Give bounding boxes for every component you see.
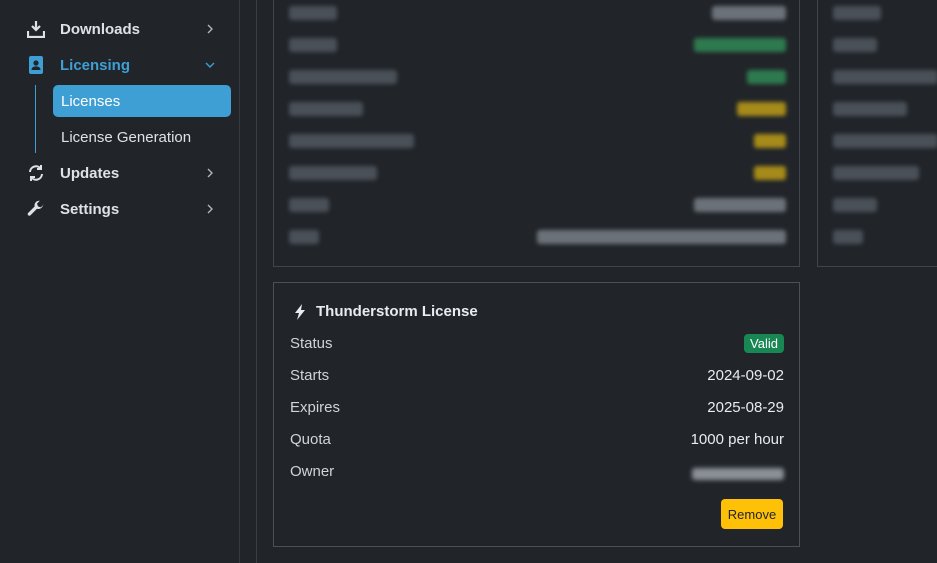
content-divider: [256, 0, 257, 563]
chevron-down-icon: [205, 60, 215, 70]
main-content: Thunderstorm License Status Valid Starts…: [240, 0, 937, 563]
redacted-label: [833, 6, 881, 20]
chevron-right-icon: [205, 24, 215, 34]
sidebar-item-licensing[interactable]: Licensing: [0, 47, 239, 83]
sidebar-item-label: Licensing: [60, 56, 131, 74]
redacted-label: [833, 70, 937, 84]
redacted-value: [694, 198, 786, 212]
sidebar-item-label: Updates: [60, 164, 120, 182]
redacted-label: [833, 198, 877, 212]
expires-label: Expires: [290, 399, 341, 416]
starts-label: Starts: [290, 367, 330, 384]
sync-icon: [27, 164, 45, 182]
card-title: Thunderstorm License: [294, 303, 478, 320]
expires-value: 2025-08-29: [707, 399, 784, 416]
redacted-label: [289, 6, 337, 20]
redacted-label: [289, 70, 397, 84]
sidebar-item-updates[interactable]: Updates: [0, 155, 239, 191]
quota-label: Quota: [290, 431, 331, 448]
status-row: Status Valid: [290, 333, 784, 357]
redacted-value: [712, 6, 786, 20]
redacted-status-badge: [694, 38, 786, 52]
owner-value-redacted: [692, 468, 784, 480]
redacted-badge: [737, 102, 786, 116]
owner-row: Owner: [290, 461, 784, 485]
card-title-text: Thunderstorm License: [316, 303, 478, 320]
redacted-label: [289, 198, 329, 212]
sidebar-item-settings[interactable]: Settings: [0, 191, 239, 227]
redacted-label: [833, 38, 877, 52]
redacted-label: [289, 38, 337, 52]
status-label: Status: [290, 335, 333, 352]
redacted-badge: [747, 70, 786, 84]
sidebar-subitem-label: License Generation: [61, 128, 192, 146]
wrench-icon: [27, 200, 45, 218]
redacted-label: [833, 166, 919, 180]
license-card-redacted-right: [817, 0, 937, 267]
submenu-indicator-line: [35, 85, 36, 153]
expires-row: Expires 2025-08-29: [290, 397, 784, 421]
chevron-right-icon: [205, 168, 215, 178]
redacted-label: [833, 134, 937, 148]
dashboard-icon: [28, 0, 44, 4]
redacted-label: [289, 102, 363, 116]
quota-row: Quota 1000 per hour: [290, 429, 784, 453]
sidebar-subitem-label: Licenses: [61, 92, 121, 110]
redacted-label: [289, 134, 414, 148]
owner-label: Owner: [290, 463, 335, 480]
id-badge-icon: [27, 56, 45, 74]
redacted-badge: [754, 166, 786, 180]
redacted-badge: [754, 134, 786, 148]
license-card-redacted: [273, 0, 800, 267]
chevron-right-icon: [205, 204, 215, 214]
sidebar-item-label: Downloads: [60, 20, 141, 38]
sidebar-item-downloads[interactable]: Downloads: [0, 11, 239, 47]
redacted-label: [833, 230, 863, 244]
redacted-label: [289, 230, 319, 244]
sidebar: Downloads Licensing Licenses License Gen…: [0, 0, 240, 563]
redacted-label: [289, 166, 377, 180]
sidebar-subitem-licenses[interactable]: Licenses: [53, 85, 231, 117]
starts-value: 2024-09-02: [707, 367, 784, 384]
remove-button[interactable]: Remove: [721, 499, 783, 529]
sidebar-subitem-license-generation[interactable]: License Generation: [53, 121, 231, 153]
starts-row: Starts 2024-09-02: [290, 365, 784, 389]
status-badge: Valid: [744, 334, 784, 353]
redacted-value: [537, 230, 786, 244]
thunderstorm-license-card: Thunderstorm License Status Valid Starts…: [273, 282, 800, 547]
download-icon: [27, 20, 45, 38]
quota-value: 1000 per hour: [690, 431, 784, 448]
bolt-icon: [294, 303, 308, 320]
sidebar-item-label: Settings: [60, 200, 120, 218]
redacted-label: [833, 102, 907, 116]
